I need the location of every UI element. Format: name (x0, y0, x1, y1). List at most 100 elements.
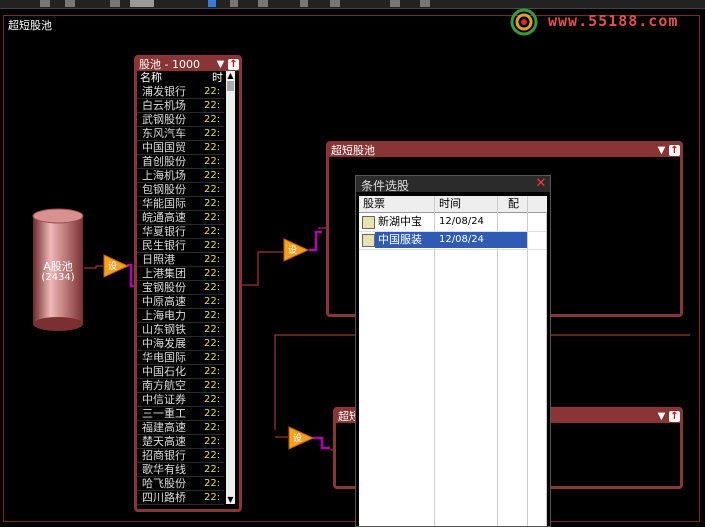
list-item[interactable]: 东风汽车 22: (137, 127, 224, 141)
stock-name: 山东钢铁 (142, 323, 186, 336)
column-name[interactable]: 名称 (140, 71, 162, 84)
stock-time: 22: (204, 240, 221, 251)
scroll-down-icon[interactable]: ▼ (226, 495, 235, 504)
stock-time: 22: (204, 366, 221, 377)
stock-name: 首创股份 (142, 155, 186, 168)
source-pool-count: (2434) (41, 272, 75, 283)
list-item[interactable]: 华电国际 22: (137, 351, 224, 365)
grid-scrollbar[interactable] (546, 212, 547, 526)
stock-time: 22: (204, 408, 221, 419)
stock-name: 新湖中宝 (378, 215, 422, 228)
list-item[interactable]: 白云机场 22: (137, 99, 224, 113)
filter-label: 设 (108, 262, 118, 272)
list-item[interactable]: 中国国贸 22: (137, 141, 224, 155)
list-header: 名称 时 (137, 71, 239, 84)
close-icon[interactable]: ✕ (535, 177, 547, 190)
list-item[interactable]: 上港集团 22: (137, 267, 224, 281)
list-item[interactable]: 哈飞股份 22: (137, 477, 224, 491)
column-stock[interactable]: 股票 (363, 197, 385, 211)
column-time[interactable]: 时间 (439, 197, 461, 211)
stock-time: 22: (204, 100, 221, 111)
list-item[interactable]: 中信证券 22: (137, 393, 224, 407)
scroll-up-icon[interactable]: ▲ (226, 71, 235, 80)
list-item[interactable]: 华能国际 22: (137, 197, 224, 211)
stock-name: 中信证券 (142, 393, 186, 406)
stock-time: 22: (204, 492, 221, 503)
list-item[interactable]: 福建高速 22: (137, 421, 224, 435)
panel-title: 超短股池 (331, 144, 375, 157)
list-item[interactable]: 上海电力 22: (137, 309, 224, 323)
list-item[interactable]: 宝钢股份 22: (137, 281, 224, 295)
list-item[interactable]: 中原高速 22: (137, 295, 224, 309)
filter-node-3[interactable]: 设 (288, 426, 315, 453)
stock-time: 22: (204, 254, 221, 265)
list-item[interactable]: 民生银行 22: (137, 239, 224, 253)
arrow-up-icon[interactable]: ↑ (228, 59, 239, 70)
list-item[interactable]: 楚天高速 22: (137, 435, 224, 449)
stock-name: 上海电力 (142, 309, 186, 322)
stock-name: 东风汽车 (142, 127, 186, 140)
list-item[interactable]: 中海发展 22: (137, 337, 224, 351)
list-item[interactable]: 三一重工 22: (137, 407, 224, 421)
stock-name: 中国石化 (142, 365, 186, 378)
stock-name: 白云机场 (142, 99, 186, 112)
stock-time: 12/08/24 (439, 216, 484, 227)
stock-pool-panel: 股池 - 1000 ▼ ↑ 名称 时 浦发银行 22: 白云机场 22: 武钢股份 22:… (134, 55, 242, 512)
list-item[interactable]: 南方航空 22: (137, 379, 224, 393)
stock-time: 22: (204, 114, 221, 125)
result-grid: 股票 时间 配 新湖中宝 12/08/24 中国服装 12/08/24 (359, 196, 547, 526)
scroll-thumb[interactable] (227, 81, 234, 91)
list-item[interactable]: 武钢股份 22: (137, 113, 224, 127)
stock-name: 包钢股份 (142, 183, 186, 196)
list-item[interactable]: 皖通高速 22: (137, 211, 224, 225)
stock-name: 四川路桥 (142, 491, 186, 504)
stock-name: 武钢股份 (142, 113, 186, 126)
stock-name: 哈飞股份 (142, 477, 186, 490)
list-item[interactable]: 上海机场 22: (137, 169, 224, 183)
list-item[interactable]: 日照港 22: (137, 253, 224, 267)
table-row[interactable]: 中国服装 12/08/24 (359, 231, 547, 250)
stock-time: 22: (204, 268, 221, 279)
stock-time: 22: (204, 450, 221, 461)
list-item[interactable]: 浦发银行 22: (137, 85, 224, 99)
list-scrollbar[interactable]: ▲ ▼ (226, 71, 235, 504)
filter-label: 设 (288, 246, 298, 256)
stock-time: 22: (204, 478, 221, 489)
filter-node-1[interactable]: 设 (103, 254, 130, 281)
stock-name: 中国服装 (378, 233, 422, 246)
stock-name: 中海发展 (142, 337, 186, 350)
stock-time: 22: (204, 422, 221, 433)
list-item[interactable]: 中国石化 22: (137, 365, 224, 379)
dropdown-menu-icon[interactable]: ▼ (656, 411, 667, 422)
list-item[interactable]: 包钢股份 22: (137, 183, 224, 197)
dropdown-menu-icon[interactable]: ▼ (215, 59, 226, 70)
stock-name: 民生银行 (142, 239, 186, 252)
dialog-titlebar[interactable]: 条件选股 ✕ (356, 176, 550, 193)
stock-list: 浦发银行 22: 白云机场 22: 武钢股份 22: 东风汽车 22: 中国国贸 22: 首创股份 2… (137, 85, 224, 505)
stock-name: 华能国际 (142, 197, 186, 210)
stock-icon (362, 234, 375, 247)
filter-node-2[interactable]: 设 (283, 238, 310, 265)
list-item[interactable]: 四川路桥 22: (137, 491, 224, 505)
stock-time: 22: (204, 324, 221, 335)
panel-header: 股池 - 1000 ▼ ↑ (137, 58, 239, 71)
source-pool-cylinder[interactable]: A股池 (2434) (32, 208, 84, 332)
stock-name: 招商银行 (142, 449, 186, 462)
stock-time: 22: (204, 296, 221, 307)
list-item[interactable]: 首创股份 22: (137, 155, 224, 169)
stock-name: 三一重工 (142, 407, 186, 420)
grid-header: 股票 时间 配 (359, 196, 547, 213)
dropdown-menu-icon[interactable]: ▼ (656, 145, 667, 156)
list-item[interactable]: 招商银行 22: (137, 449, 224, 463)
stock-name: 皖通高速 (142, 211, 186, 224)
column-time[interactable]: 时 (212, 71, 223, 84)
stock-time: 22: (204, 338, 221, 349)
list-item[interactable]: 华夏银行 22: (137, 225, 224, 239)
arrow-up-icon[interactable]: ↑ (669, 145, 680, 156)
table-row[interactable]: 新湖中宝 12/08/24 (359, 213, 547, 232)
column-config[interactable]: 配 (508, 197, 519, 211)
list-item[interactable]: 山东钢铁 22: (137, 323, 224, 337)
list-item[interactable]: 歌华有线 22: (137, 463, 224, 477)
arrow-up-icon[interactable]: ↑ (669, 411, 680, 422)
stock-name: 浦发银行 (142, 85, 186, 98)
